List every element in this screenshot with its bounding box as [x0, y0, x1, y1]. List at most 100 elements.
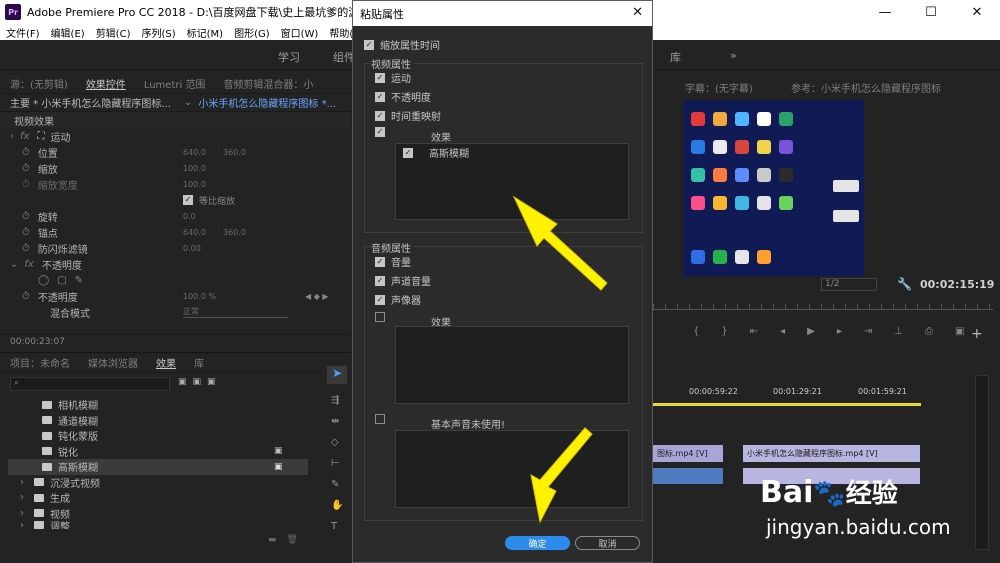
chevron-right-icon[interactable]: ›	[20, 521, 24, 529]
stopwatch-icon[interactable]: ⏱	[22, 211, 30, 222]
volume-option[interactable]: ✓ 音量	[375, 254, 411, 269]
chevron-down-icon[interactable]: ⌄	[10, 259, 18, 270]
accelerated-effects-icon[interactable]: ▣	[178, 377, 187, 387]
ripple-edit-icon[interactable]: ⇹	[331, 411, 343, 432]
yuv-effects-icon[interactable]: ▣	[207, 377, 216, 387]
list-item[interactable]: 通道模糊	[8, 413, 308, 429]
folder-item[interactable]: › 沉浸式视频	[8, 475, 308, 491]
volume-checkbox[interactable]: ✓	[375, 256, 385, 267]
cancel-button[interactable]: 取消	[575, 536, 640, 550]
tab-effect-controls[interactable]: 效果控件	[86, 76, 126, 91]
master-clip-label[interactable]: 主要 * 小米手机怎么隐藏程序图标...	[10, 95, 178, 110]
essential-sound-checkbox[interactable]	[375, 414, 385, 424]
opacity-option[interactable]: ✓ 不透明度	[375, 89, 431, 104]
type-icon[interactable]: T	[331, 516, 343, 537]
timeline-clip-b[interactable]: 小米手机怎么隐藏程序图标.mp4 [V]	[743, 445, 920, 462]
menu-window[interactable]: 窗口(W)	[281, 25, 319, 40]
tab-lumetri-scopes[interactable]: Lumetri 范围	[144, 76, 206, 91]
list-item[interactable]: 相机模糊	[8, 397, 308, 413]
hand-icon[interactable]: ✋	[331, 495, 343, 516]
tab-project[interactable]: 项目：未命名	[10, 355, 70, 370]
stopwatch-icon[interactable]: ⏱	[22, 227, 30, 238]
time-remap-option[interactable]: ✓ 时间重映射	[375, 108, 441, 123]
trash-icon[interactable]: 🗑	[287, 535, 298, 545]
panner-option[interactable]: ✓ 声像器	[375, 292, 421, 307]
tab-media-browser[interactable]: 媒体浏览器	[88, 355, 138, 370]
rectangle-mask-icon[interactable]: ▢	[57, 275, 66, 286]
minimize-button[interactable]: —	[862, 0, 908, 24]
close-window-button[interactable]: ✕	[954, 0, 1000, 24]
folder-item[interactable]: › 视频	[8, 506, 308, 522]
uniform-scale-checkbox[interactable]: ✓	[183, 195, 193, 205]
mark-out-icon[interactable]: }	[721, 326, 727, 337]
timeline-audio-clip[interactable]	[653, 468, 723, 484]
razor-icon[interactable]: ◇	[331, 432, 343, 453]
time-remap-checkbox[interactable]: ✓	[375, 110, 385, 121]
chevron-right-icon[interactable]: ›	[20, 492, 24, 503]
chevron-right-icon[interactable]: ›	[20, 477, 24, 488]
export-frame-icon[interactable]: ⎙	[925, 326, 933, 337]
stopwatch-icon[interactable]: ⏱	[22, 163, 30, 174]
stopwatch-icon[interactable]: ⏱	[22, 291, 30, 302]
stopwatch-icon[interactable]: ⏱	[22, 243, 30, 254]
keyframe-nav-icon[interactable]: ◀ ◆ ▶	[305, 292, 329, 301]
motion-option[interactable]: ✓ 运动	[375, 70, 411, 85]
step-forward-icon[interactable]: ▸	[837, 326, 842, 337]
program-timecode[interactable]: 00:02:15:19	[920, 278, 994, 291]
stopwatch-icon[interactable]: ⏱	[22, 147, 30, 158]
captions-label[interactable]: 字幕：(无字幕)	[685, 80, 753, 95]
menu-file[interactable]: 文件(F)	[6, 25, 40, 40]
sequence-clip-label[interactable]: 小米手机怎么隐藏程序图标 *...	[198, 95, 336, 110]
channel-volume-checkbox[interactable]: ✓	[375, 275, 385, 286]
scale-value[interactable]: 100.0	[183, 164, 206, 173]
anti-flicker-value[interactable]: 0.00	[183, 244, 201, 253]
tab-audio-clip-mixer[interactable]: 音频剪辑混合器：小	[223, 76, 313, 91]
motion-checkbox[interactable]: ✓	[375, 72, 385, 83]
list-item-selected[interactable]: 高斯模糊 ▣	[8, 459, 308, 475]
scale-time-checkbox[interactable]: ✓	[364, 39, 374, 50]
reference-label[interactable]: 参考：小米手机怎么隐藏程序图标	[791, 80, 941, 95]
maximize-button[interactable]: ☐	[908, 0, 954, 24]
step-back-icon[interactable]: ◂	[780, 326, 785, 337]
menu-clip[interactable]: 剪辑(C)	[96, 25, 131, 40]
panner-checkbox[interactable]: ✓	[375, 294, 385, 305]
compare-icon[interactable]: ▣	[955, 326, 964, 337]
ok-button[interactable]: 确定	[505, 536, 570, 550]
list-item[interactable]: 锐化 ▣	[8, 444, 308, 460]
play-icon[interactable]: ▶	[807, 326, 815, 337]
workspace-more[interactable]: »	[730, 49, 737, 62]
channel-volume-option[interactable]: ✓ 声道音量	[375, 273, 431, 288]
go-to-out-icon[interactable]: ⇥	[864, 326, 872, 337]
effects-search-input[interactable]: ⌕	[10, 377, 170, 391]
pen-icon[interactable]: ✎	[331, 474, 343, 495]
mark-in-icon[interactable]: {	[693, 326, 699, 337]
effect-controls-timecode[interactable]: 00:00:23:07	[0, 334, 350, 349]
32bit-effects-icon[interactable]: ▣	[193, 377, 202, 387]
add-button-icon[interactable]: +	[971, 326, 983, 342]
anchor-x-value[interactable]: 640.0	[183, 228, 206, 237]
video-effects-option[interactable]: ✓	[375, 127, 391, 137]
opacity-checkbox[interactable]: ✓	[375, 91, 385, 102]
scale-width-value[interactable]: 100.0	[183, 180, 206, 189]
tab-effects[interactable]: 效果	[156, 355, 176, 370]
motion-row[interactable]: › fx ⛶ 运动	[0, 128, 350, 144]
tab-source[interactable]: 源：(无剪辑)	[10, 76, 68, 91]
video-effects-checkbox[interactable]: ✓	[375, 127, 385, 137]
opacity-value[interactable]: 100.0 %	[183, 292, 216, 301]
gaussian-blur-checkbox[interactable]: ✓	[403, 147, 413, 158]
workspace-libraries[interactable]: 库	[670, 49, 681, 65]
menu-sequence[interactable]: 序列(S)	[141, 25, 175, 40]
timeline-clip-a[interactable]: 图标.mp4 [V]	[653, 445, 723, 462]
chevron-right-icon[interactable]: ›	[10, 131, 14, 142]
gaussian-blur-option[interactable]: ✓ 高斯模糊	[403, 145, 469, 160]
blend-mode-select[interactable]: 正常	[183, 306, 288, 318]
folder-item[interactable]: › 生成	[8, 490, 308, 506]
selection-tool-icon[interactable]: ➤	[327, 366, 347, 384]
audio-effects-option[interactable]	[375, 312, 391, 322]
program-video-frame[interactable]	[683, 100, 864, 276]
anchor-y-value[interactable]: 360.0	[223, 228, 246, 237]
essential-sound-option[interactable]	[375, 414, 391, 424]
rotation-value[interactable]: 0.0	[183, 212, 196, 221]
menu-edit[interactable]: 编辑(E)	[51, 25, 85, 40]
folder-item[interactable]: › 调整	[8, 521, 308, 529]
